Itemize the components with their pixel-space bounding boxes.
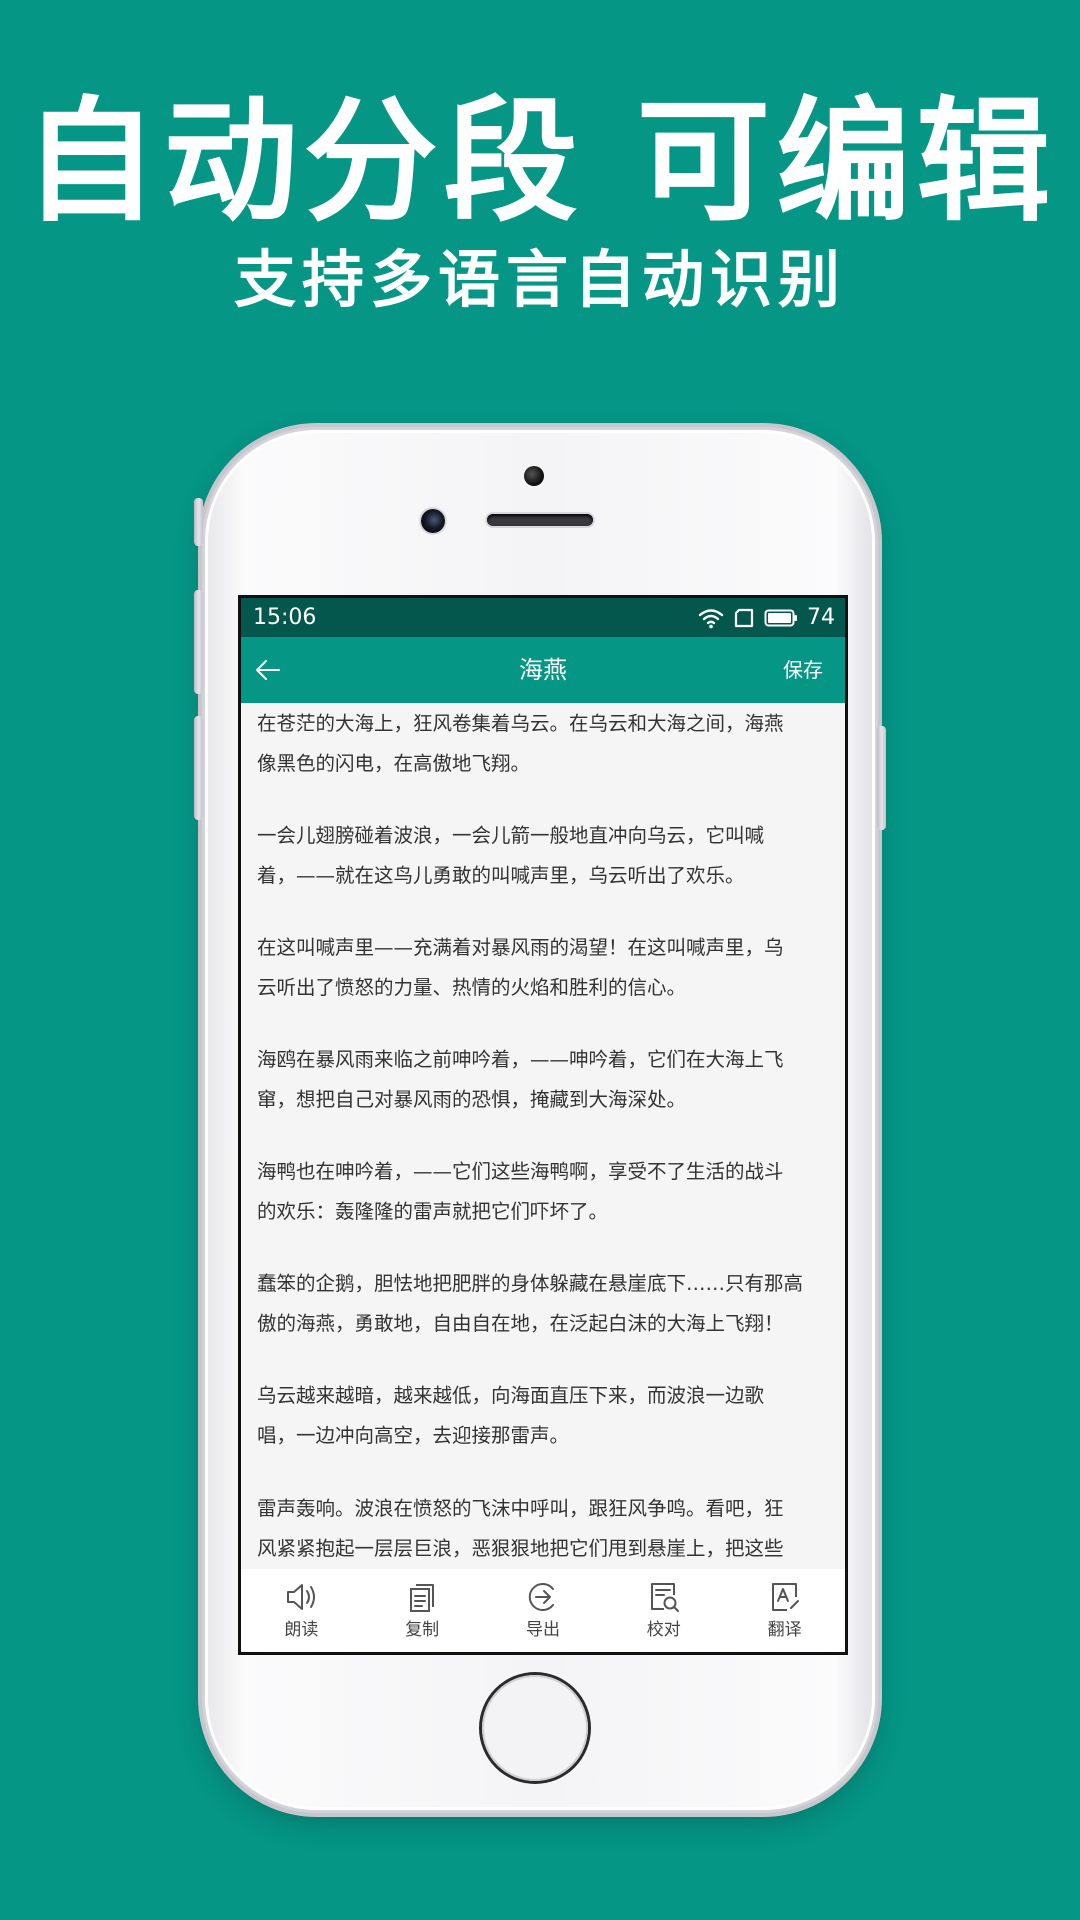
battery-level: 74 xyxy=(807,605,835,630)
translate-button[interactable]: 翻译 xyxy=(724,1569,845,1652)
paragraph[interactable]: 雷声轰响。波浪在愤怒的飞沫中呼叫，跟狂风争鸣。看吧，狂 风紧紧抱起一层层巨浪，恶… xyxy=(257,1489,837,1569)
read-aloud-button[interactable]: 朗读 xyxy=(241,1569,362,1652)
proofread-button[interactable]: 校对 xyxy=(603,1569,724,1652)
wifi-icon xyxy=(698,609,724,629)
text-editor[interactable]: 在苍茫的大海上，狂风卷集着乌云。在乌云和大海之间，海燕 像黑色的闪电，在高傲地飞… xyxy=(241,703,845,1569)
toolbar-label: 导出 xyxy=(525,1620,560,1640)
front-camera xyxy=(421,509,445,533)
home-button[interactable] xyxy=(482,1675,588,1781)
toolbar-label: 朗读 xyxy=(284,1620,319,1640)
paragraph[interactable]: 蠢笨的企鹅，胆怯地把肥胖的身体躲藏在悬崖底下……只有那高 傲的海燕，勇敢地，自由… xyxy=(257,1264,837,1344)
toolbar-label: 复制 xyxy=(405,1620,440,1640)
promo-headline: 自动分段 可编辑 xyxy=(23,84,1057,240)
phone-power-button xyxy=(877,726,886,830)
proximity-sensor xyxy=(524,466,544,486)
status-icons: 74 xyxy=(698,603,835,633)
export-icon xyxy=(528,1583,554,1611)
copy-icon xyxy=(410,1584,435,1612)
phone-volume-up-button xyxy=(194,590,203,694)
proofread-icon xyxy=(650,1583,679,1612)
copy-button[interactable]: 复制 xyxy=(362,1569,483,1652)
status-bar: 15:06 74 xyxy=(241,598,845,637)
save-button[interactable]: 保存 xyxy=(783,637,823,703)
translate-icon xyxy=(771,1583,799,1611)
paragraph[interactable]: 在苍茫的大海上，狂风卷集着乌云。在乌云和大海之间，海燕 像黑色的闪电，在高傲地飞… xyxy=(257,704,837,784)
bottom-toolbar: 朗读 复制 导出 校对 翻译 xyxy=(241,1569,845,1652)
page-title: 海燕 xyxy=(519,656,567,684)
sim-icon xyxy=(734,608,754,628)
paragraph[interactable]: 一会儿翅膀碰着波浪，一会儿箭一般地直冲向乌云，它叫喊 着，——就在这鸟儿勇敢的叫… xyxy=(257,816,837,896)
paragraph[interactable]: 在这叫喊声里——充满着对暴风雨的渴望！在这叫喊声里，乌 云听出了愤怒的力量、热情… xyxy=(257,928,837,1008)
phone-screen: 15:06 74 海燕 保存 在苍茫的大海上，狂风卷集着乌云。在乌云和大海之间，… xyxy=(238,595,848,1655)
paragraph[interactable]: 海鸭也在呻吟着，——它们这些海鸭啊，享受不了生活的战斗 的欢乐：轰隆隆的雷声就把… xyxy=(257,1152,837,1232)
paragraph[interactable]: 乌云越来越暗，越来越低，向海面直压下来，而波浪一边歌 唱，一边冲向高空，去迎接那… xyxy=(257,1376,837,1456)
status-time: 15:06 xyxy=(253,605,317,630)
promo-subline: 支持多语言自动识别 xyxy=(233,243,846,316)
phone-mockup: 15:06 74 海燕 保存 在苍茫的大海上，狂风卷集着乌云。在乌云和大海之间，… xyxy=(194,430,886,1810)
app-bar: 海燕 保存 xyxy=(241,637,845,703)
phone-mute-switch xyxy=(194,498,203,546)
speaker-icon xyxy=(287,1584,316,1610)
phone-volume-down-button xyxy=(194,716,203,820)
toolbar-label: 翻译 xyxy=(767,1620,802,1640)
export-button[interactable]: 导出 xyxy=(483,1569,604,1652)
earpiece-speaker xyxy=(487,514,593,526)
paragraph[interactable]: 海鸥在暴风雨来临之前呻吟着，——呻吟着，它们在大海上飞 窜，想把自己对暴风雨的恐… xyxy=(257,1040,837,1120)
battery-icon xyxy=(764,609,797,627)
toolbar-label: 校对 xyxy=(646,1620,681,1640)
